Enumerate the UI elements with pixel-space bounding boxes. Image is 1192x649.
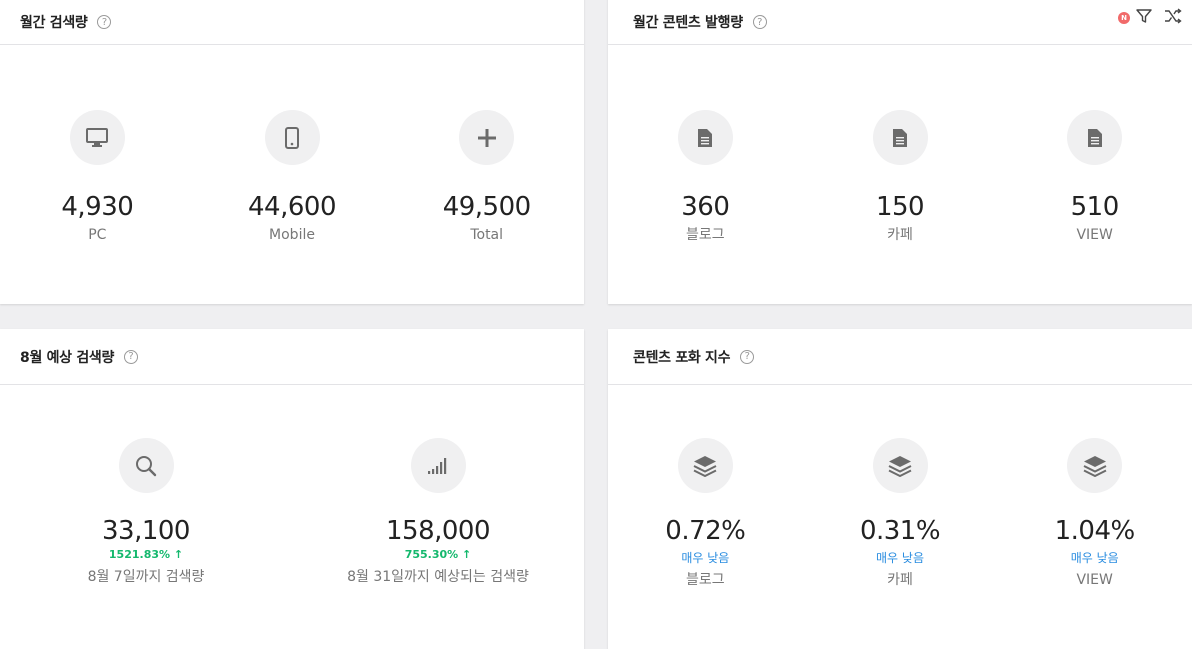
saturation-level: 매우 낮음 bbox=[1070, 551, 1119, 565]
stat-mobile: 44,600 Mobile bbox=[195, 110, 390, 244]
saturation-level: 매우 낮음 bbox=[681, 551, 730, 565]
help-icon[interactable]: ? bbox=[124, 349, 139, 364]
mobile-icon bbox=[264, 110, 320, 165]
stat-value: 4,930 bbox=[61, 192, 134, 222]
shuffle-icon[interactable] bbox=[1164, 8, 1182, 28]
stat-label: Total bbox=[470, 227, 504, 243]
card-header: 콘텐츠 포화 지수 ? bbox=[608, 329, 1192, 385]
stat-label: VIEW bbox=[1076, 572, 1113, 588]
stat-value: 44,600 bbox=[248, 192, 336, 222]
content-saturation-card: 콘텐츠 포화 지수 ? 0.72% 매우 낮음 블로그 0.31% 매우 낮음 … bbox=[608, 329, 1192, 649]
stat-label: 8월 7일까지 검색량 bbox=[87, 569, 205, 585]
stat-value: 0.31% bbox=[859, 516, 941, 546]
stat-total: 49,500 Total bbox=[389, 110, 584, 244]
stat-search-forecast: 158,000 755.30% ↑ 8월 31일까지 예상되는 검색량 bbox=[292, 438, 584, 586]
forecast-search-card: 8월 예상 검색량 ? 33,100 1521.83% ↑ 8월 7일까지 검색… bbox=[0, 329, 584, 649]
saturation-level: 매우 낮음 bbox=[876, 551, 924, 565]
document-icon bbox=[1067, 110, 1123, 165]
document-icon bbox=[677, 110, 733, 165]
help-icon[interactable]: ? bbox=[740, 349, 755, 364]
stat-label: 카페 bbox=[887, 572, 913, 588]
stat-value: 1.04% bbox=[1054, 516, 1136, 546]
card-title: 월간 콘텐츠 발행량 bbox=[633, 15, 743, 31]
layers-icon bbox=[872, 438, 928, 493]
growth-rate: 1521.83% ↑ bbox=[108, 548, 184, 561]
layers-icon bbox=[1067, 438, 1123, 493]
stat-value: 150 bbox=[875, 192, 925, 222]
stat-saturation-cafe: 0.31% 매우 낮음 카페 bbox=[803, 438, 998, 589]
stat-value: 158,000 bbox=[385, 516, 491, 546]
document-icon bbox=[872, 110, 928, 165]
help-icon[interactable]: ? bbox=[752, 15, 767, 29]
monitor-icon bbox=[69, 110, 125, 165]
card-title: 월간 검색량 bbox=[20, 15, 88, 31]
stat-label: PC bbox=[88, 227, 107, 243]
card-title: 콘텐츠 포화 지수 bbox=[633, 349, 731, 366]
stat-label: 카페 bbox=[887, 227, 913, 243]
stat-view: 510 VIEW bbox=[997, 110, 1192, 244]
stat-saturation-blog: 0.72% 매우 낮음 블로그 bbox=[608, 438, 803, 589]
up-arrow-icon: ↑ bbox=[173, 548, 184, 561]
signal-bars-icon bbox=[410, 438, 466, 493]
card-header: 월간 콘텐츠 발행량 ? N bbox=[608, 0, 1192, 45]
search-icon bbox=[118, 438, 174, 493]
card-title: 8월 예상 검색량 bbox=[20, 349, 115, 366]
stat-value: 0.72% bbox=[665, 516, 746, 546]
stat-label: Mobile bbox=[269, 227, 315, 243]
stat-value: 49,500 bbox=[442, 192, 531, 222]
monthly-search-card: 월간 검색량 ? 4,930 PC 44,600 Mobile 49,500 T… bbox=[0, 0, 584, 304]
plus-icon bbox=[459, 110, 515, 165]
stat-value: 33,100 bbox=[102, 516, 190, 546]
stat-value: 360 bbox=[681, 192, 730, 222]
card-header: 월간 검색량 ? bbox=[0, 0, 584, 45]
filter-icon[interactable] bbox=[1136, 8, 1152, 28]
new-badge: N bbox=[1118, 12, 1130, 24]
stat-blog: 360 블로그 bbox=[608, 110, 803, 244]
up-arrow-icon: ↑ bbox=[462, 548, 472, 561]
layers-icon bbox=[677, 438, 733, 493]
help-icon[interactable]: ? bbox=[97, 15, 112, 29]
stat-value: 510 bbox=[1070, 192, 1120, 222]
stat-saturation-view: 1.04% 매우 낮음 VIEW bbox=[997, 438, 1192, 589]
stat-label: 블로그 bbox=[686, 572, 725, 588]
stat-label: VIEW bbox=[1076, 227, 1113, 243]
stat-label: 블로그 bbox=[686, 227, 725, 243]
stat-search-to-date: 33,100 1521.83% ↑ 8월 7일까지 검색량 bbox=[0, 438, 292, 586]
growth-rate: 755.30% ↑ bbox=[404, 548, 472, 561]
stat-label: 8월 31일까지 예상되는 검색량 bbox=[347, 569, 529, 585]
card-header: 8월 예상 검색량 ? bbox=[0, 329, 584, 385]
stat-cafe: 150 카페 bbox=[803, 110, 998, 244]
stat-pc: 4,930 PC bbox=[0, 110, 195, 244]
monthly-content-card: 월간 콘텐츠 발행량 ? N 360 블로그 150 카페 510 VIEW bbox=[608, 0, 1192, 304]
